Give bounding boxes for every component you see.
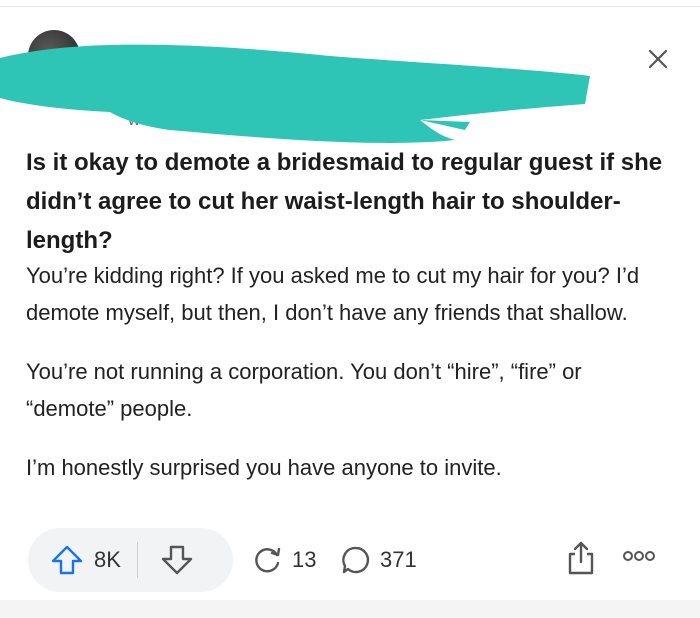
footer-band <box>0 600 700 618</box>
post-header: wedding <box>0 10 700 143</box>
body-paragraph: You’re not running a corporation. You do… <box>26 359 582 421</box>
upvote-count: 8K <box>94 547 121 572</box>
top-divider <box>0 0 700 7</box>
share-button[interactable] <box>566 540 596 581</box>
downvote-arrow-icon <box>161 545 193 575</box>
comment-count: 371 <box>380 547 417 572</box>
post-body: You’re kidding right? If you asked me to… <box>26 257 666 508</box>
comments-button[interactable]: 371 <box>340 544 417 576</box>
upvote-button[interactable]: 8K <box>50 544 121 576</box>
body-paragraph: You’re kidding right? If you asked me to… <box>26 263 640 325</box>
repost-button[interactable]: 13 <box>250 544 316 576</box>
close-button[interactable] <box>643 44 673 74</box>
post-title[interactable]: Is it okay to demote a bridesmaid to reg… <box>26 143 666 260</box>
more-options-button[interactable] <box>622 546 656 571</box>
action-bar: 8K 13 371 <box>28 528 678 592</box>
body-paragraph: I’m honestly surprised you have anyone t… <box>26 455 502 480</box>
upvote-arrow-icon <box>51 545 83 575</box>
repost-icon <box>255 547 281 573</box>
more-dots-icon <box>623 551 655 561</box>
vote-divider <box>136 542 138 578</box>
downvote-button[interactable] <box>160 544 194 576</box>
share-icon <box>568 541 594 575</box>
close-icon <box>648 49 668 69</box>
comment-bubble-icon <box>342 546 370 574</box>
redaction-scribble <box>0 44 590 143</box>
repost-count: 13 <box>292 547 317 572</box>
vote-pill: 8K <box>28 528 233 592</box>
